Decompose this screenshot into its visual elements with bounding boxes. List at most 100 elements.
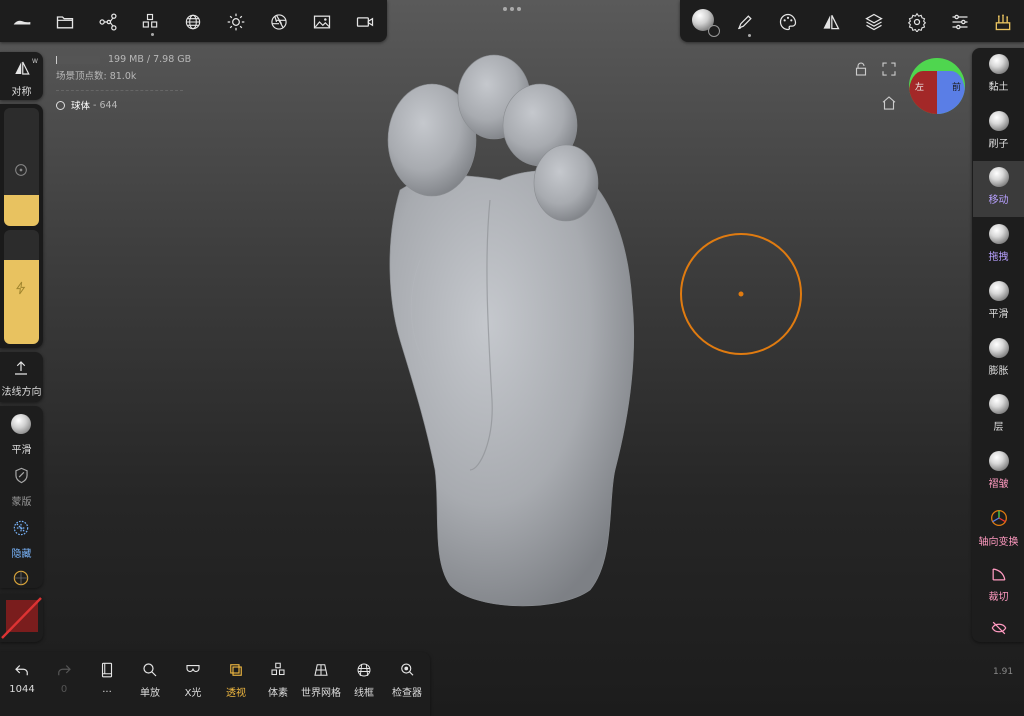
redo-count: 0 bbox=[60, 684, 68, 695]
tool-hide-toggle[interactable] bbox=[973, 614, 1024, 642]
mask-label: 蒙版 bbox=[11, 497, 32, 508]
sliders-icon[interactable] bbox=[948, 10, 972, 34]
trim-icon bbox=[992, 568, 1005, 581]
normal-direction-button[interactable]: 法线方向 bbox=[0, 352, 43, 402]
palette-icon[interactable] bbox=[776, 10, 800, 34]
lock-icon[interactable] bbox=[852, 60, 870, 78]
cubes-icon[interactable] bbox=[138, 10, 162, 34]
inflate-sphere-icon bbox=[988, 337, 1009, 358]
symmetry-label: 对称 bbox=[11, 87, 32, 98]
symmetry-panel: W 对称 bbox=[0, 52, 43, 100]
crease-sphere-icon bbox=[988, 450, 1009, 471]
top-right-toolbar bbox=[680, 0, 1024, 42]
redo-button[interactable]: 0 bbox=[44, 656, 84, 706]
symmetry-icon[interactable] bbox=[819, 10, 843, 34]
upload-arrow-icon bbox=[15, 361, 27, 375]
sphere-grid-icon[interactable] bbox=[181, 10, 205, 34]
material-settings-icon bbox=[708, 25, 720, 37]
mask-button[interactable]: 蒙版 bbox=[0, 462, 43, 510]
sphere-object-icon bbox=[56, 100, 65, 110]
undo-icon bbox=[15, 665, 28, 676]
xray-icon bbox=[186, 664, 200, 673]
tool-drag[interactable]: 拖拽 bbox=[973, 218, 1024, 274]
smooth-sphere-icon bbox=[11, 414, 31, 434]
stats-divider bbox=[56, 90, 183, 91]
fps-readout: 1.91 bbox=[993, 667, 1014, 677]
intensity-slider[interactable] bbox=[4, 230, 39, 344]
hide-label: 隐藏 bbox=[11, 549, 32, 560]
nomad-logo-icon[interactable] bbox=[10, 10, 34, 34]
tool-trim[interactable]: 裁切 bbox=[973, 558, 1024, 614]
video-camera-icon[interactable] bbox=[353, 10, 377, 34]
tool-label: 膨胀 bbox=[988, 365, 1009, 377]
lightning-icon bbox=[16, 281, 26, 295]
fullscreen-icon[interactable] bbox=[880, 60, 898, 78]
radius-icon bbox=[15, 164, 27, 176]
hide-button[interactable]: 隐藏 bbox=[0, 514, 43, 562]
object-count: - 644 bbox=[93, 99, 118, 111]
tools-icon[interactable] bbox=[991, 10, 1015, 34]
tool-smooth[interactable]: 平滑 bbox=[973, 275, 1024, 331]
toggle-world-grid[interactable]: 世界网格 bbox=[301, 656, 341, 706]
object-row[interactable]: 球体 - 644 bbox=[56, 98, 118, 112]
scene-menu-button[interactable]: ... bbox=[87, 656, 127, 706]
solo-icon bbox=[143, 663, 157, 677]
toggle-label: 透视 bbox=[226, 688, 246, 699]
brush-sliders-panel bbox=[0, 104, 43, 348]
sun-icon[interactable] bbox=[224, 10, 248, 34]
smooth-quick-button[interactable]: 平滑 bbox=[0, 410, 43, 458]
eye-slash-icon bbox=[991, 621, 1006, 635]
toggle-xray[interactable]: X光 bbox=[173, 656, 213, 706]
tool-crease[interactable]: 褶皱 bbox=[973, 445, 1024, 501]
radius-slider[interactable] bbox=[4, 108, 39, 226]
radius-slider-fill bbox=[4, 195, 39, 226]
toggle-perspective[interactable]: 透视 bbox=[216, 656, 256, 706]
toggle-voxel[interactable]: 体素 bbox=[258, 656, 298, 706]
tool-label: 层 bbox=[993, 422, 1004, 434]
tool-brush[interactable]: 刷子 bbox=[973, 105, 1024, 161]
toggle-label: 检查器 bbox=[392, 688, 422, 699]
hide-grid-icon bbox=[13, 520, 29, 536]
tool-move[interactable]: 移动 bbox=[973, 161, 1024, 218]
tool-axis-transform[interactable]: 轴向变换 bbox=[973, 502, 1024, 558]
viewport-3d-model[interactable] bbox=[0, 0, 1024, 716]
tool-clay[interactable]: 黏土 bbox=[973, 48, 1024, 104]
tool-label: 移动 bbox=[988, 195, 1009, 207]
gizmo-quick-button[interactable] bbox=[0, 564, 43, 588]
symmetry-badge: W bbox=[32, 58, 38, 65]
normal-direction-label: 法线方向 bbox=[1, 387, 42, 398]
book-icon bbox=[101, 662, 113, 678]
tool-inflate[interactable]: 膨胀 bbox=[973, 332, 1024, 388]
pen-icon[interactable] bbox=[733, 10, 757, 34]
tool-layer[interactable]: 层 bbox=[973, 388, 1024, 444]
orientation-gizmo[interactable]: 左 前 bbox=[909, 58, 965, 114]
smooth-sphere-icon bbox=[988, 280, 1009, 301]
redo-icon bbox=[58, 665, 71, 676]
aperture-icon[interactable] bbox=[267, 10, 291, 34]
material-swatch-panel[interactable] bbox=[0, 594, 43, 642]
toggle-wireframe[interactable]: 线框 bbox=[344, 656, 384, 706]
memory-bar bbox=[56, 56, 100, 64]
clay-sphere-icon bbox=[988, 54, 1009, 74]
tool-label: 平滑 bbox=[988, 308, 1009, 320]
top-left-toolbar bbox=[0, 0, 387, 42]
wireframe-icon bbox=[357, 663, 371, 677]
axis-gizmo-icon bbox=[13, 570, 29, 586]
undo-button[interactable]: 1044 bbox=[2, 656, 42, 706]
scene-menu-more: ... bbox=[102, 684, 112, 695]
toggle-label: 单放 bbox=[140, 688, 160, 699]
symmetry-toggle-icon bbox=[15, 61, 30, 75]
home-icon[interactable] bbox=[880, 94, 898, 112]
image-icon[interactable] bbox=[310, 10, 334, 34]
folder-icon[interactable] bbox=[53, 10, 77, 34]
top-center-handle[interactable] bbox=[503, 7, 523, 13]
gear-icon[interactable] bbox=[905, 10, 929, 34]
toggle-inspector[interactable]: 检查器 bbox=[387, 656, 427, 706]
symmetry-button[interactable]: W 对称 bbox=[0, 52, 43, 100]
smooth-quick-label: 平滑 bbox=[11, 445, 32, 456]
mask-shield-icon bbox=[15, 467, 28, 484]
toggle-solo[interactable]: 单放 bbox=[130, 656, 170, 706]
layers-icon[interactable] bbox=[862, 10, 886, 34]
tool-label: 轴向变换 bbox=[978, 536, 1019, 548]
share-graph-icon[interactable] bbox=[96, 10, 120, 34]
